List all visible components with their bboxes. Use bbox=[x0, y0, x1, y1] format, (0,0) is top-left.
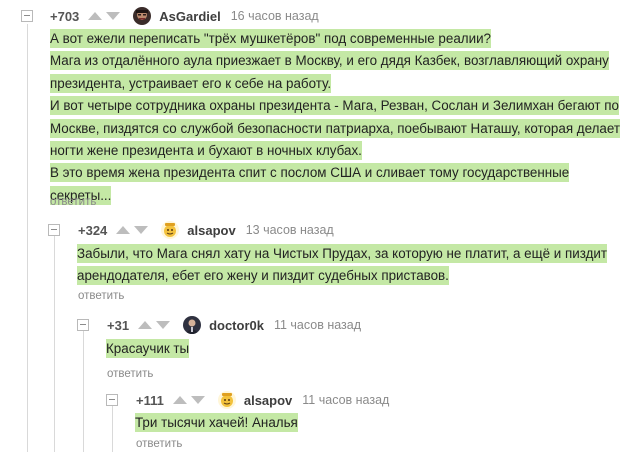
comment-line: В это время жена президента спит с посло… bbox=[50, 163, 570, 183]
comment-line: президента, устраивает его к себе на раб… bbox=[50, 73, 332, 93]
comment-text: Забыли, что Мага снял хату на Чистых Пру… bbox=[77, 243, 632, 288]
thread-line bbox=[112, 405, 113, 452]
comment-author[interactable]: doctor0k bbox=[209, 318, 264, 333]
comment-time[interactable]: 11 часов назад bbox=[302, 393, 389, 407]
comment-text: Три тысячи хачей! Аналья bbox=[135, 412, 625, 434]
comment-time[interactable]: 16 часов назад bbox=[231, 9, 319, 23]
comment-rating: +703 bbox=[50, 8, 80, 24]
avatar-person-photo-icon[interactable] bbox=[183, 316, 202, 334]
avatar-dark-face-icon[interactable] bbox=[133, 7, 152, 25]
comment-line: ногти жене президента и бухают в ночных … bbox=[50, 141, 362, 161]
comment-line: Мага из отдалённого аула приезжает в Мос… bbox=[50, 51, 609, 71]
reply-link[interactable]: ответить bbox=[50, 196, 96, 208]
comment-header: +31 doctor0k 11 часов назад bbox=[107, 314, 361, 336]
downvote-icon[interactable] bbox=[105, 11, 121, 21]
comment-header: +324 alsapov 13 часов назад bbox=[78, 219, 334, 241]
comment-time[interactable]: 13 часов назад bbox=[246, 223, 334, 237]
thread-line bbox=[27, 24, 28, 452]
comment-line: Забыли, что Мага снял хату на Чистых Пру… bbox=[77, 244, 608, 263]
comment-author[interactable]: AsGardiel bbox=[159, 9, 220, 24]
reply-link[interactable]: ответить bbox=[136, 438, 182, 450]
upvote-icon[interactable] bbox=[172, 395, 188, 405]
comment-rating: +324 bbox=[78, 222, 108, 238]
upvote-icon[interactable] bbox=[137, 320, 153, 330]
comment-line: Москве, пиздятся со службой безопасности… bbox=[50, 118, 621, 138]
comment-author[interactable]: alsapov bbox=[187, 223, 235, 238]
comment-line: Красаучик ты bbox=[106, 339, 190, 358]
upvote-icon[interactable] bbox=[115, 225, 131, 235]
comment-author[interactable]: alsapov bbox=[244, 393, 292, 408]
upvote-icon[interactable] bbox=[87, 11, 103, 21]
comment-line: арендодателя, ебет его жену и пиздит суд… bbox=[77, 266, 449, 286]
reply-link[interactable]: ответить bbox=[78, 290, 124, 302]
avatar-yellow-cartoon-icon[interactable] bbox=[217, 391, 236, 409]
collapse-thread-button[interactable] bbox=[106, 394, 118, 406]
downvote-icon[interactable] bbox=[155, 320, 171, 330]
comment-line: А вот ежели переписать "трёх мушкетёров"… bbox=[50, 29, 491, 48]
comment-text: А вот ежели переписать "трёх мушкетёров"… bbox=[50, 28, 630, 207]
collapse-thread-button[interactable] bbox=[77, 319, 89, 331]
comment-time[interactable]: 11 часов назад bbox=[274, 318, 361, 332]
reply-link[interactable]: ответить bbox=[107, 368, 153, 380]
downvote-icon[interactable] bbox=[133, 225, 149, 235]
comment-rating: +111 bbox=[136, 392, 164, 408]
avatar-yellow-cartoon-icon[interactable] bbox=[161, 221, 180, 239]
downvote-icon[interactable] bbox=[190, 395, 206, 405]
collapse-thread-button[interactable] bbox=[21, 10, 33, 22]
comment-rating: +31 bbox=[107, 317, 130, 333]
comment-text: Красаучик ты bbox=[106, 338, 626, 360]
comment-line: Три тысячи хачей! Аналья bbox=[135, 413, 298, 432]
comment-header: +703 AsGardiel 16 часов назад bbox=[50, 5, 319, 27]
thread-line bbox=[54, 236, 55, 452]
collapse-thread-button[interactable] bbox=[48, 224, 60, 236]
comment-header: +111 alsapov 11 часов назад bbox=[136, 389, 389, 411]
comment-line: И вот четыре сотрудника охраны президент… bbox=[50, 96, 619, 116]
thread-line bbox=[83, 330, 84, 452]
